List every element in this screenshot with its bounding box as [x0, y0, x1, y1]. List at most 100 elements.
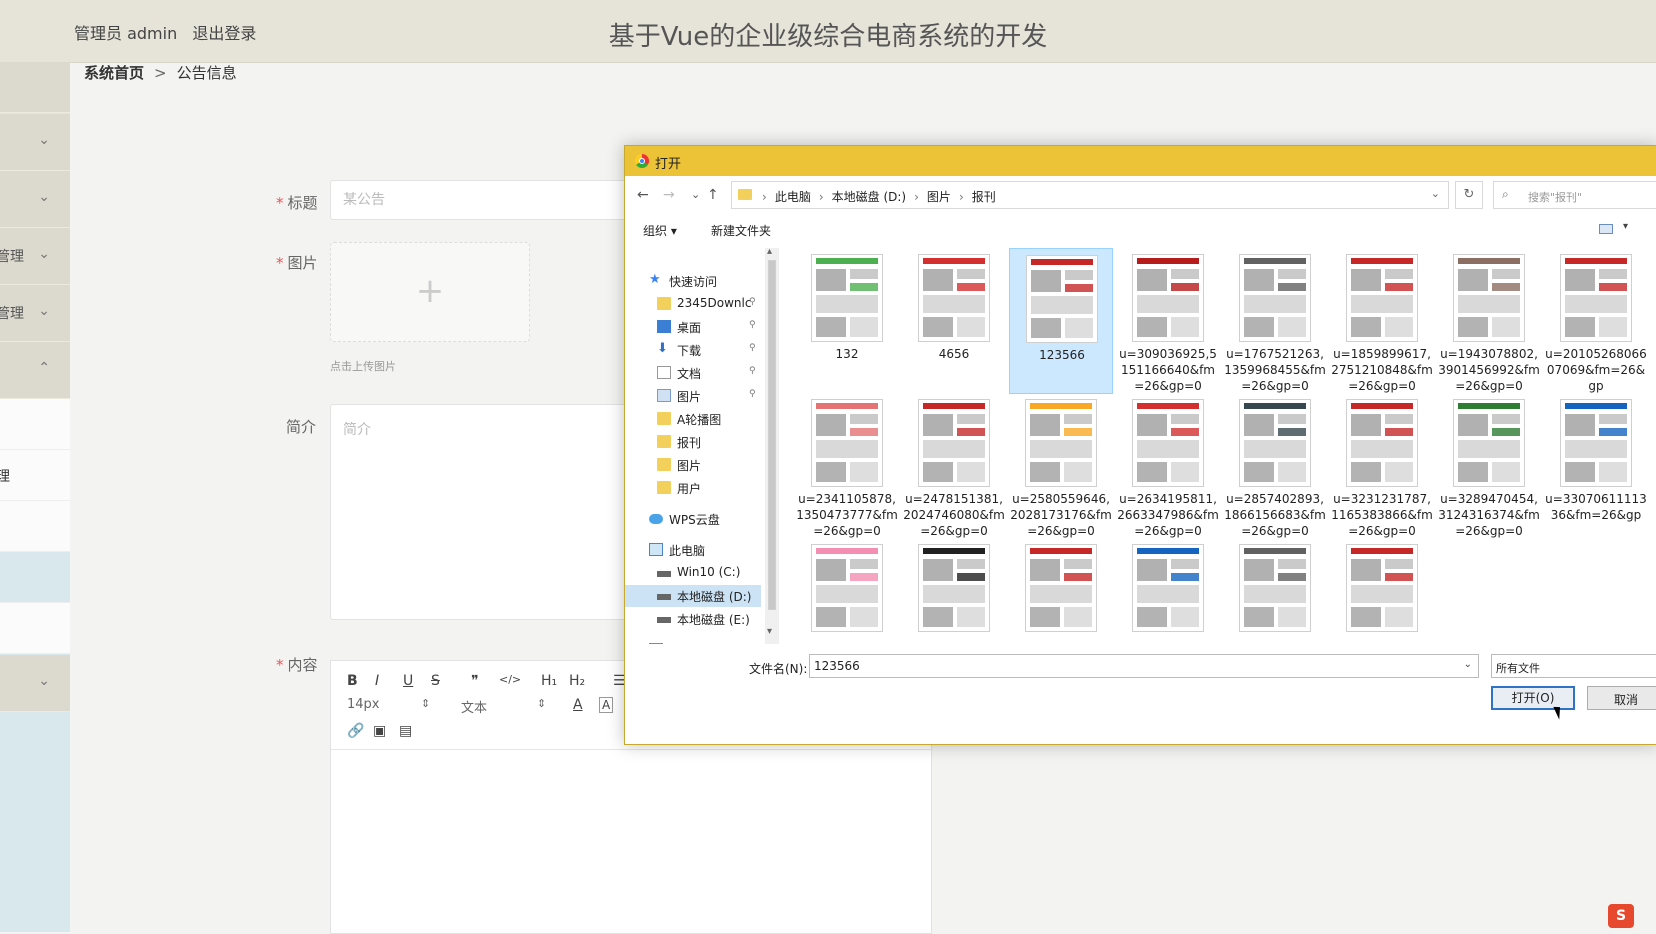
italic-button[interactable]: I	[375, 673, 379, 689]
sidebar-subitem-5[interactable]	[0, 603, 70, 654]
address-bar[interactable]: › 此电脑 › 本地磁盘 (D:) › 图片 › 报刊 ⌄	[731, 181, 1449, 209]
file-item[interactable]	[902, 538, 1006, 646]
image-icon[interactable]: ▣	[373, 723, 386, 739]
recent-locations-icon[interactable]: ⌄	[691, 188, 700, 201]
new-folder-button[interactable]: 新建文件夹	[711, 222, 771, 239]
refresh-button[interactable]: ↻	[1455, 181, 1483, 209]
filename-input[interactable]: 123566 ⌄	[809, 654, 1479, 678]
navpane-item[interactable]: WPS云盘	[625, 508, 765, 530]
link-icon[interactable]: 🔗	[347, 723, 364, 739]
navpane-item[interactable]: Win10 (C:)	[625, 562, 765, 584]
file-item[interactable]: 132	[795, 248, 899, 394]
view-dropdown-icon[interactable]: ▾	[1623, 221, 1628, 232]
file-item[interactable]	[1116, 538, 1220, 646]
sidebar-item-2[interactable]: ⌄	[0, 114, 70, 171]
search-box[interactable]: ⌕ 搜索"报刊"	[1493, 181, 1656, 209]
navpane-item[interactable]: 2345Downlc ⚲	[625, 293, 765, 315]
file-item[interactable]	[795, 538, 899, 646]
sidebar-item-3[interactable]: ⌄	[0, 171, 70, 228]
dialog-titlebar[interactable]: 打开	[625, 146, 1656, 176]
underline-button[interactable]: U	[403, 673, 413, 689]
navpane-item[interactable]: 网络	[625, 639, 765, 644]
text-type-select[interactable]: 文本	[461, 697, 487, 716]
file-item[interactable]: u=3307061111336&fm=26&gp	[1544, 393, 1648, 539]
sidebar-item-4[interactable]: 管理 ⌄	[0, 228, 70, 285]
sidebar-subitem-2[interactable]: 理	[0, 450, 70, 501]
file-item[interactable]: u=309036925,5151166640&fm=26&gp=0	[1116, 248, 1220, 394]
sidebar-subitem-4[interactable]	[0, 552, 70, 603]
open-button[interactable]: 打开(O)	[1491, 686, 1575, 710]
background-color-button[interactable]: A	[599, 697, 614, 713]
organize-button[interactable]: 组织 ▾	[643, 222, 677, 239]
code-button[interactable]: </>	[499, 673, 521, 686]
navpane-item[interactable]: 报刊	[625, 431, 765, 453]
address-dropdown-icon[interactable]: ⌄	[1431, 187, 1440, 200]
file-item[interactable]: u=1943078802,3901456992&fm=26&gp=0	[1437, 248, 1541, 394]
navpane-item[interactable]: A轮播图	[625, 408, 765, 430]
navpane-item[interactable]: 图片 ⚲	[625, 385, 765, 407]
up-arrow-icon[interactable]: ↑	[707, 187, 719, 203]
ime-icon[interactable]: S	[1608, 904, 1634, 928]
intro-textarea[interactable]: 简介	[330, 404, 630, 620]
scroll-up-icon[interactable]: ▴	[767, 246, 772, 257]
file-item[interactable]: u=2634195811,2663347986&fm=26&gp=0	[1116, 393, 1220, 539]
font-color-button[interactable]: A	[573, 697, 583, 713]
heading1-button[interactable]: H₁	[541, 673, 557, 689]
heading2-button[interactable]: H₂	[569, 673, 585, 689]
bold-button[interactable]: B	[347, 673, 358, 689]
sidebar-subitem-3[interactable]	[0, 501, 70, 552]
navpane-item-label: 报刊	[677, 436, 702, 450]
sidebar-subitem-1[interactable]	[0, 399, 70, 450]
file-item[interactable]: u=2857402893,1866156683&fm=26&gp=0	[1223, 393, 1327, 539]
navpane-item-label: 文档	[677, 367, 702, 381]
file-item[interactable]: u=3231231787,1165383866&fm=26&gp=0	[1330, 393, 1434, 539]
font-size-select[interactable]: 14px	[347, 697, 380, 712]
filetype-select[interactable]: 所有文件	[1491, 654, 1656, 678]
title-input[interactable]: 某公告	[330, 180, 630, 220]
file-item[interactable]: u=2010526806607069&fm=26&gp	[1544, 248, 1648, 394]
navpane-item[interactable]: ⬇ 下载 ⚲	[625, 339, 765, 361]
navpane-item[interactable]: 图片	[625, 454, 765, 476]
back-arrow-icon[interactable]: ←	[637, 187, 649, 203]
navpane-item[interactable]: 本地磁盘 (E:)	[625, 608, 765, 630]
file-item[interactable]	[1223, 538, 1327, 646]
path-segment[interactable]: 本地磁盘 (D:)	[832, 190, 906, 204]
navpane-item[interactable]: 本地磁盘 (D:)	[625, 585, 761, 607]
sidebar-item-5[interactable]: 管理 ⌄	[0, 285, 70, 342]
navpane-item[interactable]: 文档 ⚲	[625, 362, 765, 384]
cancel-button[interactable]: 取消	[1587, 686, 1656, 710]
file-item[interactable]: 123566	[1009, 248, 1113, 394]
file-item[interactable]	[1009, 538, 1113, 646]
navpane-item[interactable]: 此电脑	[625, 539, 765, 561]
scroll-down-icon[interactable]: ▾	[767, 626, 772, 637]
navpane-item[interactable]: ★ 快速访问	[625, 270, 765, 292]
file-item[interactable]: u=1767521263,1359968455&fm=26&gp=0	[1223, 248, 1327, 394]
navpane-item[interactable]: 用户	[625, 477, 765, 499]
navpane-item[interactable]: 桌面 ⚲	[625, 316, 765, 338]
thumbnail-masthead	[1137, 403, 1199, 409]
filename-dropdown-icon[interactable]: ⌄	[1464, 659, 1472, 670]
forward-arrow-icon[interactable]: →	[663, 187, 675, 203]
image-upload-box[interactable]: +	[330, 242, 530, 342]
file-item[interactable]: u=2341105878,1350473777&fm=26&gp=0	[795, 393, 899, 539]
breadcrumb-home[interactable]: 系统首页	[84, 64, 144, 82]
file-item[interactable]: u=3289470454,3124316374&fm=26&gp=0	[1437, 393, 1541, 539]
strike-button[interactable]: S	[431, 673, 440, 689]
file-item[interactable]: u=2478151381,2024746080&fm=26&gp=0	[902, 393, 1006, 539]
thumbnail-masthead	[1458, 258, 1520, 264]
scrollbar-thumb[interactable]	[768, 260, 776, 610]
sidebar-item-1[interactable]	[0, 62, 70, 113]
file-item[interactable]: u=2580559646,2028173176&fm=26&gp=0	[1009, 393, 1113, 539]
path-segment[interactable]: 图片	[927, 190, 951, 204]
path-segment[interactable]: 此电脑	[775, 190, 811, 204]
quote-button[interactable]: ❞	[471, 673, 479, 689]
sidebar-item-6[interactable]: ⌃	[0, 342, 70, 399]
file-item[interactable]: u=1859899617,2751210848&fm=26&gp=0	[1330, 248, 1434, 394]
video-icon[interactable]: ▤	[399, 723, 412, 739]
file-item[interactable]: 4656	[902, 248, 1006, 394]
path-segment[interactable]: 报刊	[972, 190, 996, 204]
sidebar-item-7[interactable]: ⌄	[0, 655, 70, 712]
view-mode-icon[interactable]	[1599, 224, 1613, 234]
file-item[interactable]	[1330, 538, 1434, 646]
navpane-scrollbar[interactable]: ▴ ▾	[765, 246, 779, 644]
